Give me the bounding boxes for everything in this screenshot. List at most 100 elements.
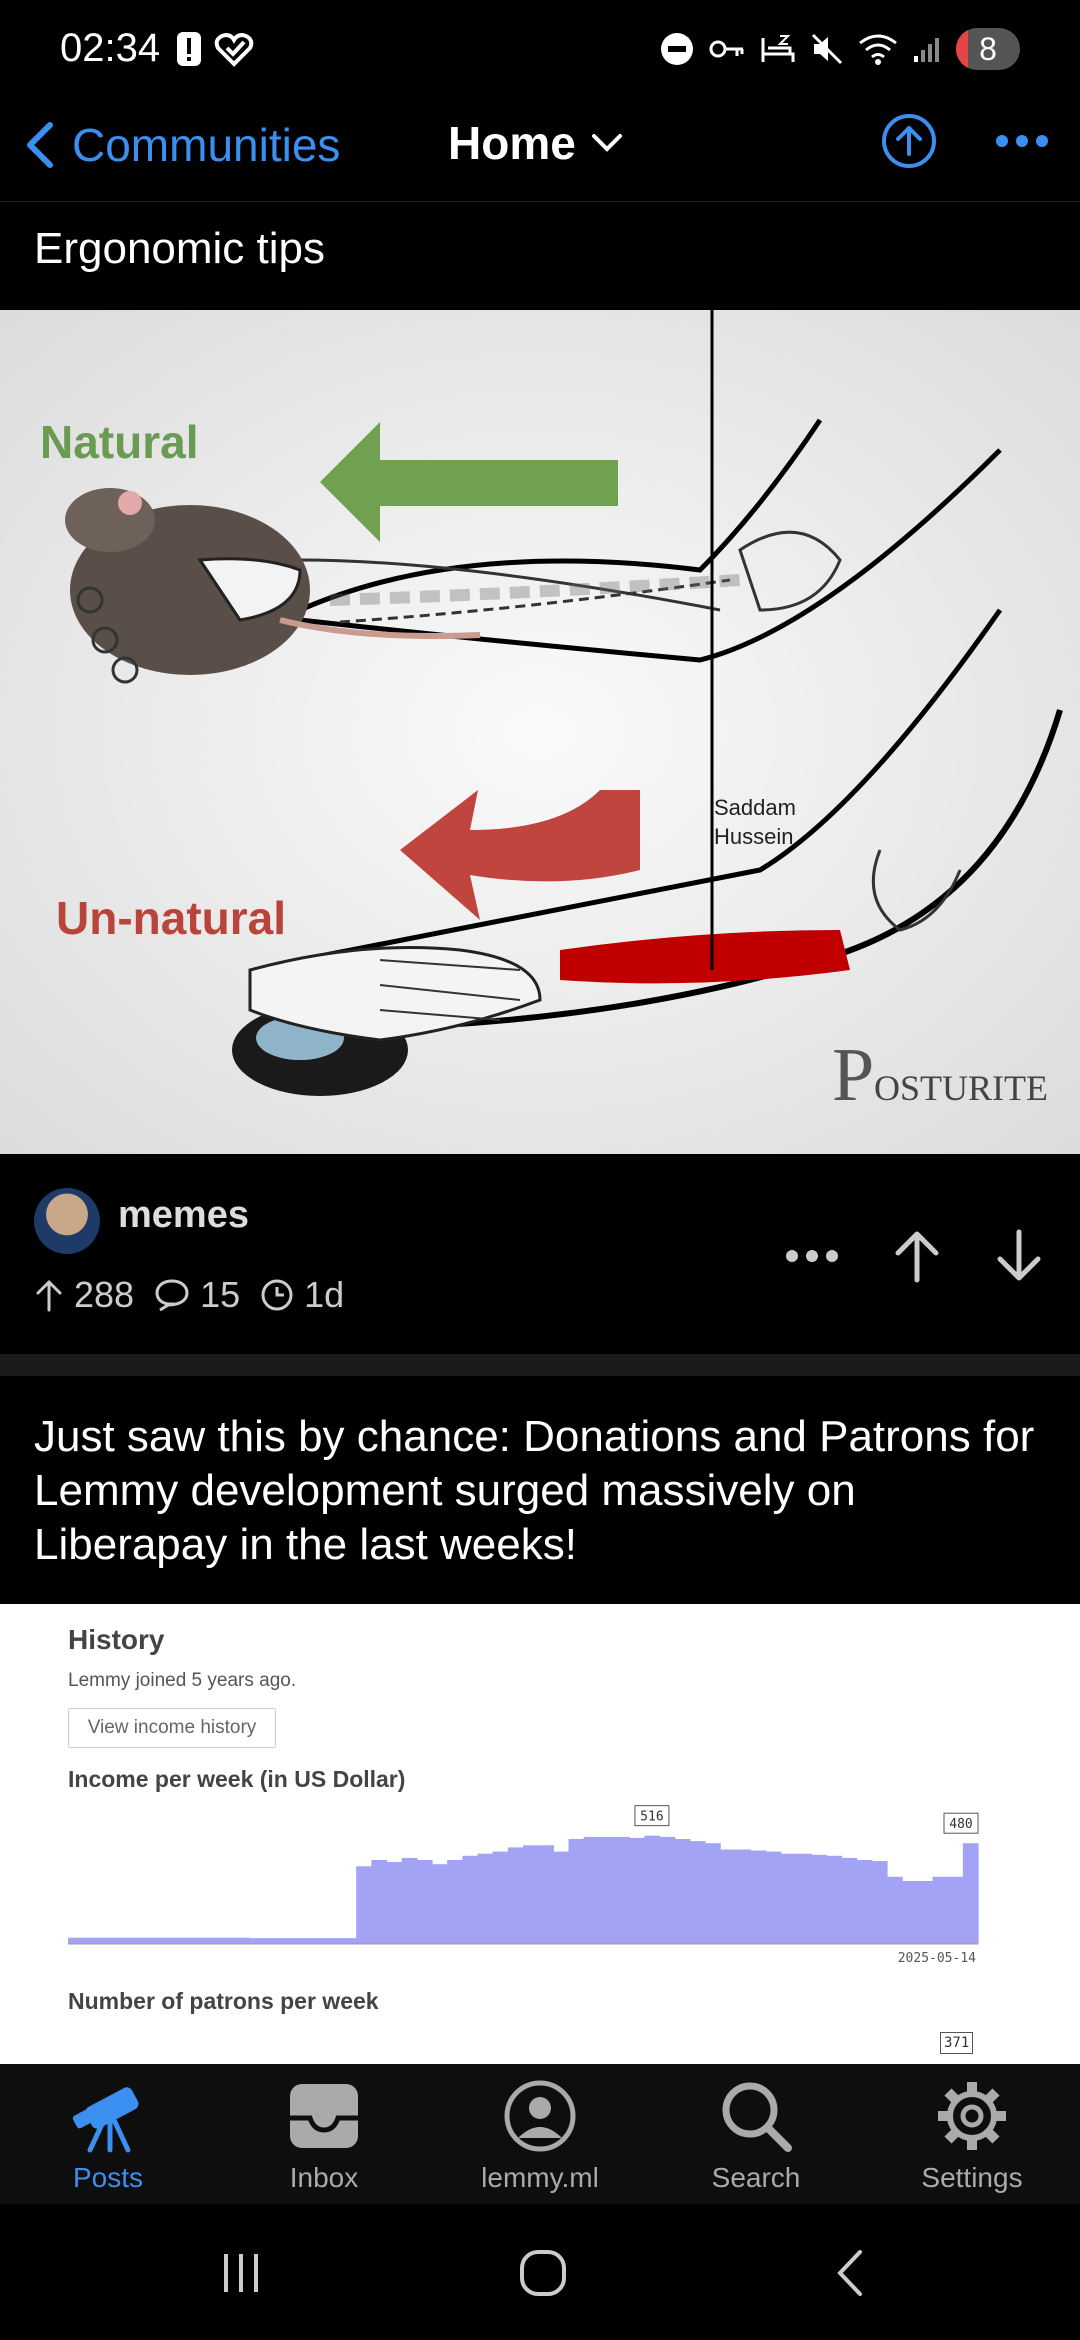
income-bar	[720, 1849, 736, 1944]
tab-settings[interactable]: Settings	[864, 2064, 1080, 2204]
chart-x-end-label: 2025-05-14	[898, 1951, 976, 1966]
tab-label: Settings	[921, 2162, 1023, 2193]
income-bar	[614, 1836, 630, 1944]
status-time: 02:34	[60, 26, 161, 70]
brand-logo: OSTURITE	[874, 1068, 1048, 1108]
home-icon[interactable]	[518, 2248, 568, 2298]
income-bar	[159, 1937, 175, 1944]
profile-icon	[504, 2080, 576, 2152]
post-image[interactable]: History Lemmy joined 5 years ago. View i…	[0, 1604, 1080, 2064]
income-bar	[386, 1862, 403, 1944]
age-value: 1d	[304, 1274, 345, 1315]
income-bar	[765, 1851, 782, 1944]
feed-selector[interactable]: Home	[448, 116, 624, 170]
score-stat: 288	[34, 1274, 134, 1316]
wifi-icon	[859, 34, 897, 65]
income-bar	[462, 1855, 479, 1944]
income-bar	[750, 1850, 767, 1944]
income-bar	[568, 1839, 585, 1944]
income-bar	[265, 1938, 281, 1944]
income-bar	[796, 1853, 812, 1944]
status-bar: 02:34 8	[0, 0, 1080, 100]
community-avatar[interactable]	[34, 1188, 100, 1254]
income-bar	[811, 1854, 827, 1944]
unnatural-label: Un-natural	[56, 892, 286, 944]
post-title[interactable]: Ergonomic tips	[34, 224, 325, 274]
income-bar	[644, 1835, 661, 1944]
annotation-line-2: Hussein	[714, 824, 793, 849]
nav-actions	[880, 112, 1050, 170]
brand-initial: P	[832, 1033, 874, 1117]
income-bar	[689, 1841, 706, 1944]
arrow-up-small-icon	[36, 1280, 62, 1312]
downvote-icon[interactable]	[994, 1228, 1044, 1284]
income-bar	[250, 1938, 266, 1944]
income-bar	[280, 1938, 297, 1944]
chart-value-tag: 516	[634, 1805, 670, 1827]
inbox-icon	[290, 2084, 358, 2148]
income-bar	[128, 1937, 145, 1944]
income-bar	[447, 1860, 463, 1944]
back-icon[interactable]	[826, 2248, 876, 2298]
income-bar	[932, 1876, 949, 1944]
tab-inbox[interactable]: Inbox	[216, 2064, 432, 2204]
income-bar	[841, 1857, 858, 1944]
income-bar	[174, 1937, 190, 1944]
ergonomic-meme-illustration: Natural Un-natural Saddam Hussein P OSTU…	[0, 310, 1080, 1154]
chevron-down-icon	[591, 134, 622, 152]
income-bar	[295, 1938, 312, 1944]
tab-instance[interactable]: lemmy.ml	[432, 2064, 648, 2204]
income-bar	[113, 1937, 130, 1944]
income-bar	[947, 1876, 964, 1944]
tab-label: lemmy.ml	[481, 2162, 599, 2193]
scroll-to-top-icon[interactable]	[880, 112, 938, 170]
income-bar	[189, 1937, 206, 1944]
tab-search[interactable]: Search	[648, 2064, 864, 2204]
upvote-icon[interactable]	[892, 1228, 942, 1284]
post-meta: memes 288 15 1d	[0, 1154, 1080, 1354]
patrons-last-value: 371	[940, 2032, 974, 2054]
post-title[interactable]: Just saw this by chance: Donations and P…	[34, 1410, 1044, 1572]
recent-apps-icon[interactable]	[216, 2248, 266, 2298]
post-stats: 288 15 1d	[34, 1274, 344, 1316]
bottom-tab-bar: Posts Inbox lemmy.ml Search Settings	[0, 2064, 1080, 2204]
search-icon	[722, 2082, 792, 2152]
tab-posts[interactable]: Posts	[0, 2064, 216, 2204]
income-bar	[401, 1857, 418, 1944]
comment-icon	[155, 1279, 189, 1312]
feed-label: Home	[448, 117, 576, 169]
post-actions	[784, 1228, 1044, 1284]
income-bar	[629, 1837, 645, 1944]
income-bar	[356, 1866, 372, 1944]
income-bar	[432, 1864, 448, 1944]
post-image[interactable]: Natural Un-natural Saddam Hussein P OSTU…	[0, 310, 1080, 1154]
battery-level: 8	[979, 30, 997, 67]
gear-icon	[938, 2082, 1006, 2150]
comments-stat: 15	[154, 1274, 240, 1316]
income-bar	[674, 1839, 691, 1944]
income-bar	[310, 1938, 327, 1944]
mute-icon	[811, 33, 843, 65]
income-bar	[234, 1937, 251, 1944]
status-right-icons: 8	[660, 28, 1020, 70]
view-income-history-button: View income history	[68, 1708, 276, 1748]
community-name[interactable]: memes	[118, 1194, 249, 1237]
natural-label: Natural	[40, 416, 198, 468]
income-bar	[902, 1881, 918, 1944]
income-bar	[705, 1843, 721, 1944]
chart-value-tag: 480	[943, 1812, 979, 1834]
income-bar	[735, 1849, 752, 1944]
back-to-communities-button[interactable]: Communities	[22, 118, 340, 172]
income-chart-title: Income per week (in US Dollar)	[68, 1766, 406, 1792]
income-bar	[83, 1937, 99, 1944]
post-separator	[0, 1354, 1080, 1376]
tab-label: Search	[711, 2162, 801, 2193]
income-bar	[887, 1876, 903, 1944]
top-nav: Communities Home	[0, 100, 1080, 202]
post-more-icon[interactable]	[784, 1248, 840, 1264]
income-bar	[871, 1861, 888, 1944]
income-bar	[416, 1860, 433, 1944]
income-bar	[507, 1847, 524, 1944]
more-options-icon[interactable]	[994, 133, 1050, 149]
comments-value: 15	[200, 1274, 241, 1315]
